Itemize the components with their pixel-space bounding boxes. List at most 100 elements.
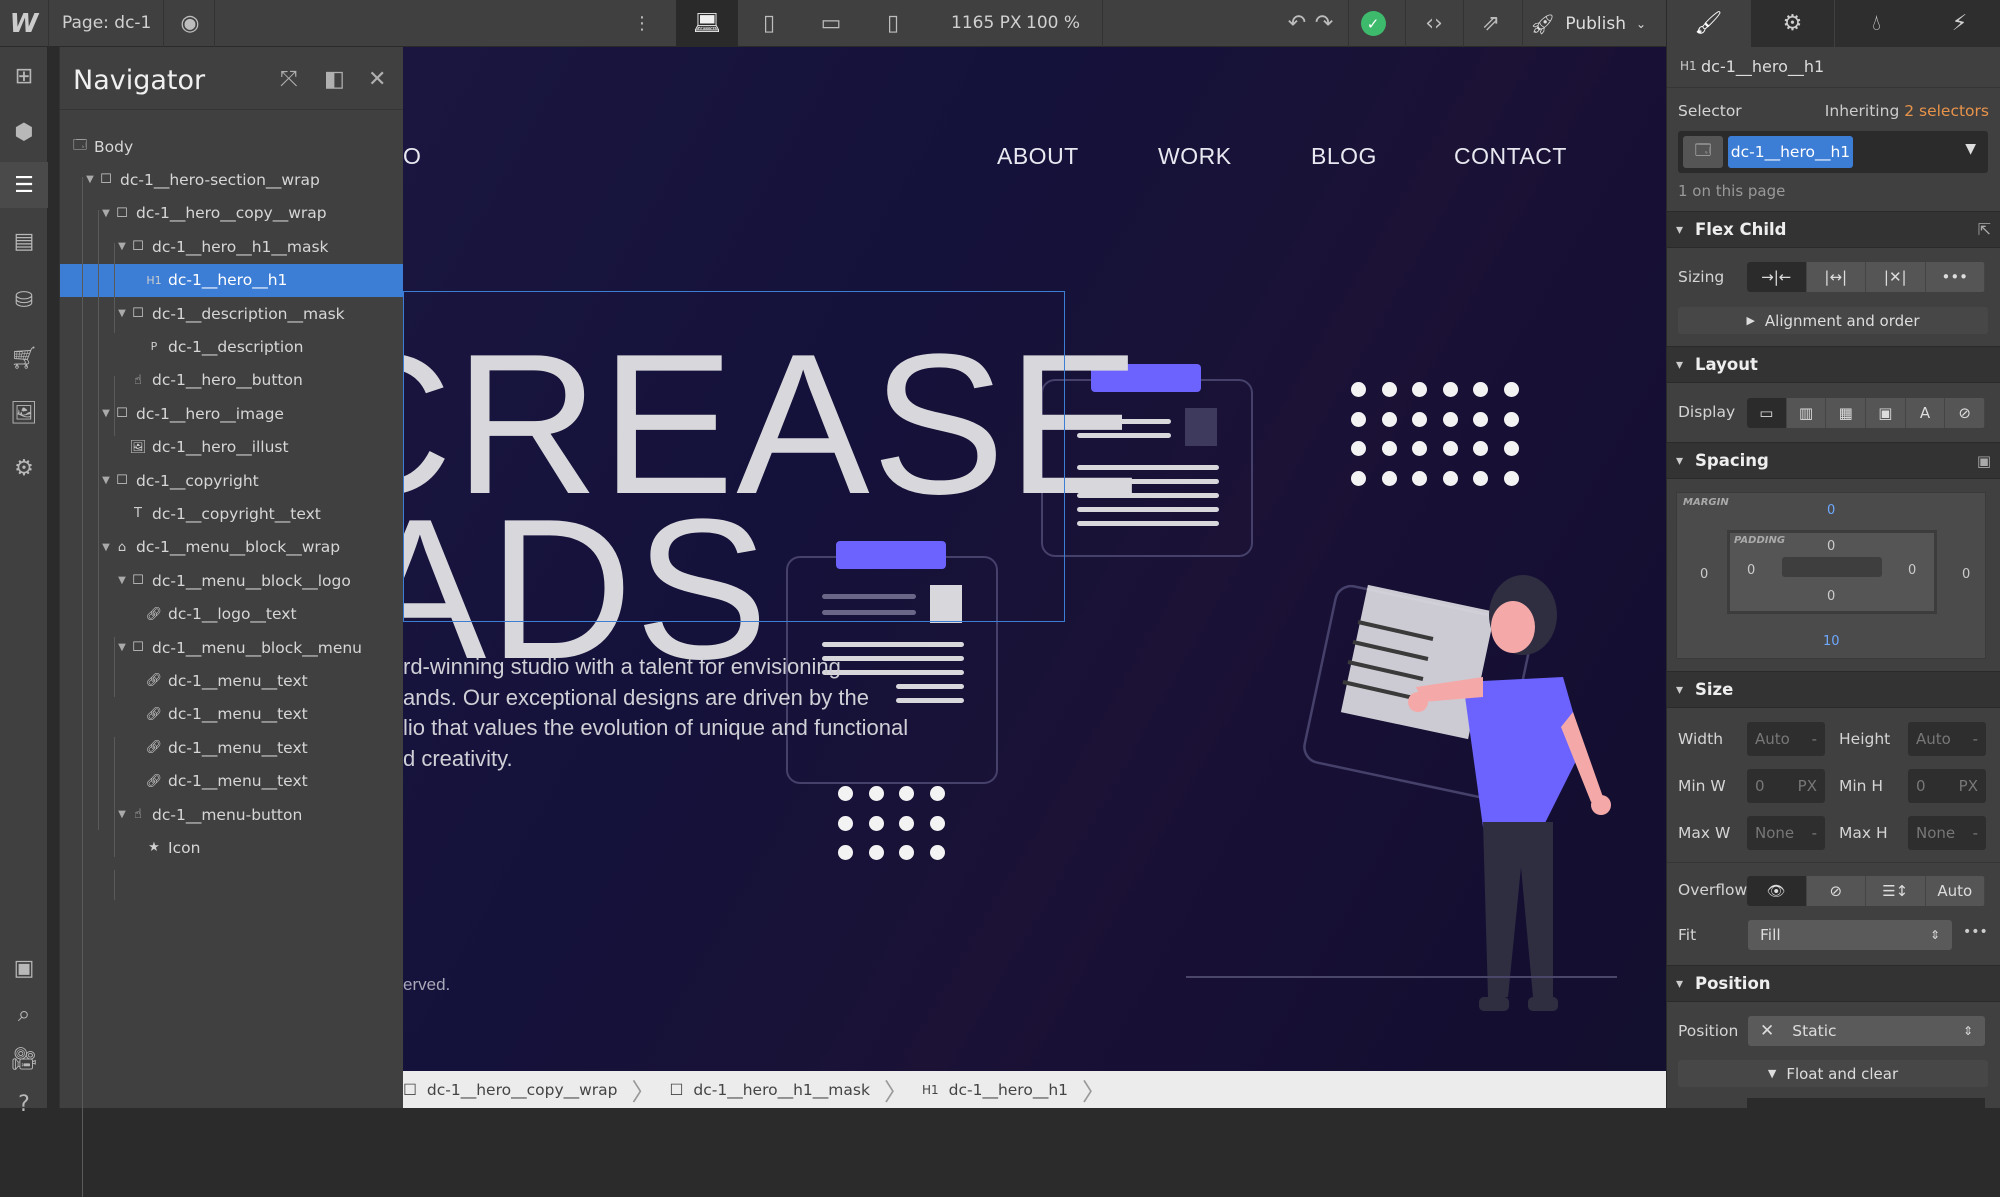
caret-down-icon[interactable]: ▼ [116,575,128,586]
display-inline-icon[interactable]: A [1906,398,1946,428]
tree-item[interactable]: ★ Icon [60,831,404,864]
components-icon[interactable]: ⬢ [0,109,48,155]
caret-down-icon[interactable]: ▼ [84,174,96,185]
desktop-breakpoint-icon[interactable]: 💻︎ [676,0,738,47]
settings-icon[interactable]: ⚙ [1751,0,1834,47]
overflow-auto-option[interactable]: Auto [1926,876,1985,906]
redo-icon[interactable]: ↷ [1312,0,1336,47]
description-line[interactable]: ands. Our exceptional designs are driven… [403,685,869,711]
selector-field[interactable]: 🗔︎ dc-1__hero__h1 ▼ [1678,131,1988,173]
nav-link-contact[interactable]: CONTACT [1454,143,1567,170]
navigator-icon[interactable]: ☰ [0,162,48,208]
logo-text-fragment[interactable]: O [403,143,421,170]
tree-item[interactable]: 🔗︎ dc-1__menu__text [60,765,404,798]
display-inline-block-icon[interactable]: ▣ [1866,398,1906,428]
display-control[interactable]: ▭ ▥ ▦ ▣ A ⊘ [1747,398,1985,428]
section-spacing[interactable]: Spacing ▣ [1667,442,2000,479]
tree-item[interactable]: ▼ ☐ dc-1__copyright [60,464,404,497]
selection-icon[interactable]: ▣ [0,945,48,991]
padding-bottom[interactable]: 0 [1827,589,1835,604]
tree-item[interactable]: ▼ ☐ dc-1__description__mask [60,297,404,330]
caret-down-icon[interactable]: ▼ [100,408,112,419]
settings-icon[interactable]: ⚙ [0,445,48,491]
tree-item[interactable]: ☝︎ dc-1__hero__button [60,364,404,397]
caret-down-icon[interactable]: ▼ [100,475,112,486]
tree-item[interactable]: 🔗︎ dc-1__logo__text [60,598,404,631]
tree-item[interactable]: ▼ ☐ dc-1__menu__block__menu [60,631,404,664]
design-canvas[interactable]: O ABOUT WORK BLOG CONTACT CREASE ADS rd-… [403,47,1666,1071]
spacing-preset-icon[interactable]: ▣ [1977,452,1991,470]
tree-item[interactable]: ▼ ☐ dc-1__menu__block__logo [60,564,404,597]
mobile-landscape-breakpoint-icon[interactable]: ▭ [800,0,862,47]
tree-item[interactable]: 🔗︎ dc-1__menu__text [60,698,404,731]
collapse-all-icon[interactable]: ⤧ [280,67,298,92]
publish-button[interactable]: 🚀︎ Publish ⌄ [1530,0,1660,47]
close-icon[interactable]: ✕ [368,67,386,92]
tree-item[interactable]: Tdc-1__copyright__text [60,497,404,530]
display-none-icon[interactable]: ⊘ [1945,398,1985,428]
no-shrink-icon[interactable]: |✕| [1866,262,1926,292]
description-line[interactable]: d creativity. [403,746,513,772]
display-flex-icon[interactable]: ▥ [1787,398,1827,428]
nav-link-blog[interactable]: BLOG [1311,143,1377,170]
selector-state-icon[interactable]: 🗔︎ [1683,136,1723,168]
breadcrumb-item[interactable]: ☐ dc-1__hero__h1__mask 〉 [670,1071,922,1108]
webflow-logo[interactable]: W [0,0,48,47]
section-layout[interactable]: Layout [1667,346,2000,383]
section-position[interactable]: Position [1667,965,2000,1002]
overflow-visible-icon[interactable]: 👁︎ [1747,876,1807,906]
grow-icon[interactable]: |↔| [1807,262,1866,292]
caret-down-icon[interactable]: ▼ [116,642,128,653]
nav-link-work[interactable]: WORK [1158,143,1232,170]
overflow-hidden-icon[interactable]: ⊘ [1807,876,1866,906]
tree-item[interactable]: ▼ ☐ dc-1__hero__h1__mask [60,230,404,263]
tablet-breakpoint-icon[interactable]: ▯ [738,0,800,47]
fit-select[interactable]: Fill ⇕ [1748,920,1952,950]
more-icon[interactable]: ••• [1926,262,1985,292]
caret-down-icon[interactable]: ▼ [116,809,128,820]
help-icon[interactable]: ? [0,1081,48,1127]
min-height-input[interactable]: 0 PX [1908,769,1986,803]
preview-eye-icon[interactable]: ◉ [170,0,210,47]
description-line[interactable]: lio that values the evolution of unique … [403,715,908,741]
inheriting-selectors-link[interactable]: 2 selectors [1904,102,1989,120]
caret-down-icon[interactable]: ▼ [116,241,128,252]
display-block-icon[interactable]: ▭ [1747,398,1787,428]
tree-item[interactable]: 🔗︎ dc-1__menu__text [60,664,404,697]
tree-item[interactable]: 🗔︎ Body [60,130,404,163]
more-icon[interactable]: ••• [1963,924,1988,940]
padding-top[interactable]: 0 [1827,539,1835,554]
max-width-input[interactable]: None - [1747,816,1825,850]
caret-down-icon[interactable]: ▼ [100,208,112,219]
alignment-order-toggle[interactable]: ▶ Alignment and order [1678,307,1988,334]
tree-item[interactable]: ▼ ☐ dc-1__hero__copy__wrap [60,197,404,230]
expand-arrow-icon[interactable]: ⇱ [1978,220,1991,239]
section-flex-child[interactable]: Flex Child ⇱ [1667,211,2000,248]
export-icon[interactable]: ⇗ [1475,0,1507,47]
margin-top[interactable]: 0 [1827,503,1835,518]
tree-item[interactable]: ▼ ☐ dc-1__hero-section__wrap [60,163,404,196]
assets-icon[interactable]: 🖼︎ [0,390,48,436]
mobile-portrait-breakpoint-icon[interactable]: ▯ [862,0,924,47]
padding-left[interactable]: 0 [1747,563,1755,578]
overflow-scroll-icon[interactable]: ☰↕ [1866,876,1926,906]
video-tutorials-icon[interactable]: 🎥︎ [0,1036,48,1082]
display-grid-icon[interactable]: ▦ [1826,398,1867,428]
padding-right[interactable]: 0 [1908,563,1916,578]
ecommerce-icon[interactable]: 🛒︎ [0,335,48,381]
caret-down-icon[interactable]: ▼ [116,308,128,319]
selector-chip[interactable]: dc-1__hero__h1 [1728,136,1853,168]
tree-item[interactable]: 🔗︎ dc-1__menu__text [60,731,404,764]
dock-panel-icon[interactable]: ◧ [324,67,345,92]
width-input[interactable]: Auto - [1747,722,1825,756]
margin-left[interactable]: 0 [1700,567,1708,582]
page-selector[interactable]: Page: dc-1 [62,13,151,33]
breadcrumb-item[interactable]: H1 dc-1__hero__h1 〉 [922,1071,1120,1108]
margin-bottom[interactable]: 10 [1823,634,1840,649]
undo-icon[interactable]: ↶ [1285,0,1309,47]
max-height-input[interactable]: None - [1908,816,1986,850]
min-width-input[interactable]: 0 PX [1747,769,1825,803]
code-icon[interactable]: ‹› [1418,0,1450,47]
style-icon[interactable]: 🖌︎ [1667,0,1750,47]
search-icon[interactable]: ⌕ [0,991,48,1037]
